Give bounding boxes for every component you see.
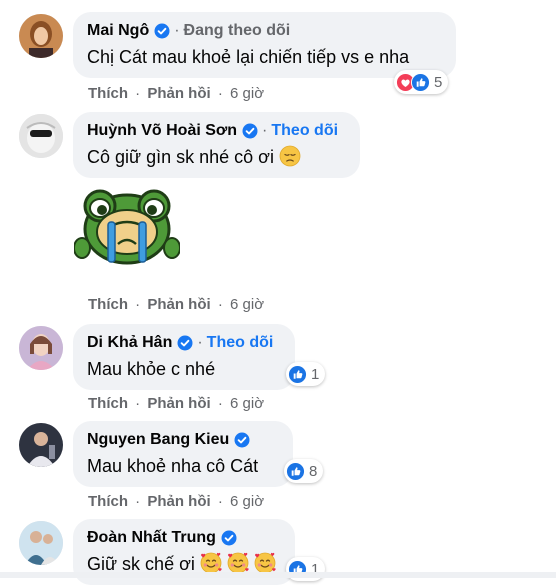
avatar[interactable] xyxy=(19,114,63,158)
comment-bubble: Mai Ngô · Đang theo dõi Chị Cát mau khoẻ… xyxy=(73,12,456,78)
separator: · xyxy=(217,85,223,102)
separator: · xyxy=(135,85,141,102)
verified-badge-icon xyxy=(177,335,193,351)
separator: · xyxy=(217,493,223,510)
follow-button[interactable]: Theo dõi xyxy=(271,121,338,141)
avatar[interactable] xyxy=(19,326,63,370)
reply-link[interactable]: Phản hồi xyxy=(147,85,210,102)
bottom-edge xyxy=(0,572,556,578)
verified-badge-icon xyxy=(234,432,250,448)
smiling-face-with-hearts-emoji-icon xyxy=(254,552,276,574)
like-link[interactable]: Thích xyxy=(88,85,128,102)
separator: · xyxy=(135,296,141,313)
comment-text: Chị Cát mau khoẻ lại chiến tiếp vs e nha xyxy=(87,47,410,67)
like-icon xyxy=(286,462,305,481)
timestamp[interactable]: 6 giờ xyxy=(230,493,264,510)
avatar-photo-icon xyxy=(19,114,63,158)
avatar-photo-icon xyxy=(19,326,63,370)
comment-actions: Thích · Phản hồi · 6 giờ xyxy=(88,395,264,412)
avatar-photo-icon xyxy=(19,423,63,467)
like-icon xyxy=(411,73,430,92)
verified-badge-icon xyxy=(154,23,170,39)
like-icon xyxy=(288,365,307,384)
smiling-face-with-hearts-emoji-icon xyxy=(227,552,249,574)
follow-status[interactable]: Đang theo dõi xyxy=(184,21,291,41)
reaction-count: 1 xyxy=(311,365,320,383)
verified-badge-icon xyxy=(221,530,237,546)
comment-actions: Thích · Phản hồi · 6 giờ xyxy=(88,85,264,102)
follow-button[interactable]: Theo dõi xyxy=(207,333,274,353)
commenter-name[interactable]: Huỳnh Võ Hoài Sơn xyxy=(87,121,237,141)
avatar-photo-icon xyxy=(19,521,63,565)
reactions-summary[interactable]: 5 xyxy=(394,70,449,94)
avatar[interactable] xyxy=(19,14,63,58)
smiling-face-with-hearts-emoji-icon xyxy=(200,552,222,574)
like-link[interactable]: Thích xyxy=(88,296,128,313)
sad-face-emoji-icon xyxy=(279,145,301,167)
like-link[interactable]: Thích xyxy=(88,493,128,510)
reply-link[interactable]: Phản hồi xyxy=(147,296,210,313)
separator: · xyxy=(217,296,223,313)
reaction-count: 5 xyxy=(434,73,443,91)
commenter-name[interactable]: Nguyen Bang Kieu xyxy=(87,430,229,450)
comment-bubble: Nguyen Bang Kieu Mau khoẻ nha cô Cát xyxy=(73,421,293,487)
commenter-name[interactable]: Đoàn Nhất Trung xyxy=(87,528,216,548)
comment-text: Mau khoẻ nha cô Cát xyxy=(87,456,259,476)
reply-link[interactable]: Phản hồi xyxy=(147,493,210,510)
avatar[interactable] xyxy=(19,423,63,467)
comment-actions: Thích · Phản hồi · 6 giờ xyxy=(88,493,264,510)
reaction-count: 8 xyxy=(309,462,318,480)
comment-text: Giữ sk chế ơi xyxy=(87,554,195,574)
timestamp[interactable]: 6 giờ xyxy=(230,395,264,412)
timestamp[interactable]: 6 giờ xyxy=(230,296,264,313)
separator: · xyxy=(174,22,180,39)
separator: · xyxy=(197,334,203,351)
separator: · xyxy=(262,122,268,139)
separator: · xyxy=(217,395,223,412)
reactions-summary[interactable]: 1 xyxy=(286,362,326,386)
comment-actions: Thích · Phản hồi · 6 giờ xyxy=(88,296,264,313)
separator: · xyxy=(135,493,141,510)
commenter-name[interactable]: Di Khả Hân xyxy=(87,333,172,353)
commenter-name[interactable]: Mai Ngô xyxy=(87,21,149,41)
avatar-photo-icon xyxy=(19,14,63,58)
separator: · xyxy=(135,395,141,412)
comment-bubble: Huỳnh Võ Hoài Sơn · Theo dõi Cô giữ gìn … xyxy=(73,112,360,178)
like-link[interactable]: Thích xyxy=(88,395,128,412)
crying-frog-sticker-icon[interactable] xyxy=(74,186,180,266)
avatar[interactable] xyxy=(19,521,63,565)
verified-badge-icon xyxy=(242,123,258,139)
reactions-summary[interactable]: 8 xyxy=(284,459,324,483)
timestamp[interactable]: 6 giờ xyxy=(230,85,264,102)
reply-link[interactable]: Phản hồi xyxy=(147,395,210,412)
comment-text: Cô giữ gìn sk nhé cô ơi xyxy=(87,147,274,167)
comment-text-row: Cô giữ gìn sk nhé cô ơi xyxy=(87,145,346,169)
comment-bubble: Di Khả Hân · Theo dõi Mau khỏe c nhé xyxy=(73,324,295,390)
comment-text: Mau khỏe c nhé xyxy=(87,359,216,379)
